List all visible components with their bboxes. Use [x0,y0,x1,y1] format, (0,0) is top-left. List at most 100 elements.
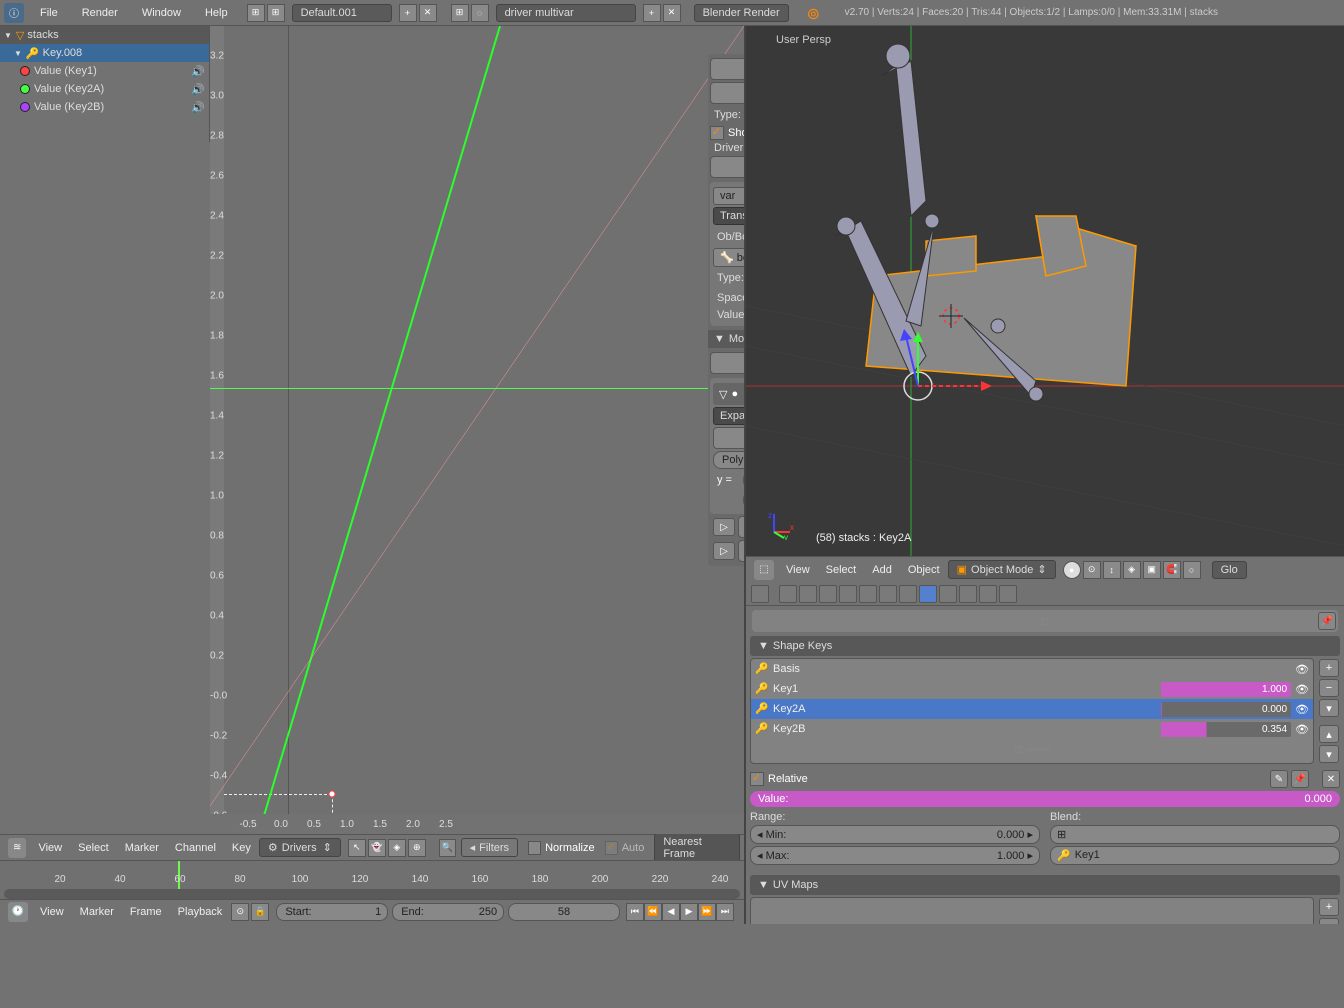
shapekey-edit-icon[interactable]: ✎ [1270,770,1288,788]
start-frame-input[interactable]: Start:1 [276,903,388,921]
jump-end-button[interactable]: ⏭ [716,903,734,921]
shapekey-value[interactable]: 0.000 [1161,702,1291,717]
play-button[interactable]: ▶ [680,903,698,921]
btn-3-icon[interactable] [819,585,837,603]
relative-checkbox[interactable] [750,772,764,786]
btn-11-icon[interactable] [979,585,997,603]
layer-icon[interactable]: ▣ [1143,561,1161,579]
remove-uvmap-button[interactable]: − [1319,918,1339,924]
restrict-range-expand-icon[interactable]: ▷ [713,518,735,536]
generator-mode-dropdown[interactable]: Expanded Polynomial [713,407,744,425]
range-icon[interactable]: ⊙ [231,903,249,921]
shading-dropdown-icon[interactable]: ● [1063,561,1081,579]
scene-icon[interactable]: ◌ [471,4,489,22]
graph-menu-key[interactable]: Key [224,842,259,854]
visibility-icon[interactable]: 👁 [1295,663,1309,676]
screen-browse-icon[interactable]: ⊞ [247,4,265,22]
visibility-icon[interactable]: 👁 [1295,703,1309,716]
channel-action[interactable]: ▼ 🔑 Key.008 [0,44,209,62]
btn-1-icon[interactable] [779,585,797,603]
shapekey-key1[interactable]: 🔑 Key1 1.000 👁 [751,679,1313,699]
graph-menu-select[interactable]: Select [70,842,117,854]
btn-6-icon[interactable] [879,585,897,603]
timeline-menu-marker[interactable]: Marker [72,906,122,918]
manipulator-icon[interactable]: ↕ [1103,561,1121,579]
layer-1-icon[interactable] [751,585,769,603]
lock-icon[interactable]: 🔒 [251,903,269,921]
3dview-editor-icon[interactable]: ⬚ [754,560,774,580]
graph-editor-type-icon[interactable]: ≋ [8,838,26,858]
shapekey-pin-icon[interactable]: 📌 [1291,770,1309,788]
3d-menu-object[interactable]: Object [900,564,948,576]
graph-mode-dropdown[interactable]: ⚙Drivers⇕ [259,838,341,857]
modifier-active-icon[interactable]: ● [731,388,738,400]
mute-icon[interactable]: 🔊 [191,83,205,96]
filters-button[interactable]: ◂Filters [461,838,518,857]
channel-key2a[interactable]: Value (Key2A) 🔊 [0,80,209,98]
menu-help[interactable]: Help [193,7,240,19]
3d-menu-select[interactable]: Select [818,564,865,576]
timeline-menu-view[interactable]: View [32,906,72,918]
timeline-editor-icon[interactable]: 🕐 [8,902,28,922]
btn-9-icon[interactable] [939,585,957,603]
additive-toggle[interactable]: Additive [713,427,744,449]
menu-file[interactable]: File [28,7,70,19]
menu-render[interactable]: Render [70,7,130,19]
3d-menu-view[interactable]: View [778,564,818,576]
snap-dropdown[interactable]: Nearest Frame [654,833,740,863]
info-editor-icon[interactable]: ⓘ [4,3,24,23]
expand-icon[interactable]: ▼ [14,49,22,58]
variable-name-input[interactable]: var [713,187,744,205]
add-scene-icon[interactable]: + [643,4,661,22]
visibility-icon[interactable]: 👁 [1295,723,1309,736]
mute-icon[interactable]: 🔊 [191,101,205,114]
uv-maps-header[interactable]: ▼ UV Maps [750,875,1340,895]
shape-key-list[interactable]: 🔑 Basis 👁 🔑 Key1 1.000 👁 🔑 Key2A 0.000 [750,658,1314,764]
min-input[interactable]: ◂ Min:0.000 ▸ [750,825,1040,844]
next-keyframe-button[interactable]: ⏩ [698,903,716,921]
add-uvmap-button[interactable]: + [1319,898,1339,916]
handle-icon[interactable]: ◈ [388,839,406,857]
move-up-button[interactable]: ▴ [1319,725,1339,743]
timeline-menu-playback[interactable]: Playback [170,906,231,918]
graph-menu-view[interactable]: View [30,842,70,854]
add-screen-icon[interactable]: + [399,4,417,22]
add-shapekey-button[interactable]: + [1319,659,1339,677]
bone-input[interactable]: 🦴bone.L [713,248,744,267]
channel-key2b[interactable]: Value (Key2B) 🔊 [0,98,209,116]
shapekey-key2b[interactable]: 🔑 Key2B 0.354 👁 [751,719,1313,739]
ghost-icon[interactable]: 👻 [368,839,386,857]
render-engine-dropdown[interactable]: Blender Render [694,4,789,22]
shapekey-value[interactable]: 0.354 [1161,722,1291,737]
collapse-icon[interactable]: ▼ [758,640,769,652]
update-dependencies-button[interactable]: Update Dependencies [710,58,744,80]
coefficient-1-input[interactable]: 1.250 [743,491,744,509]
normalize-icon[interactable]: ⊕ [408,839,426,857]
scene-dropdown[interactable]: driver multivar [496,4,636,22]
pivot-icon[interactable]: ⊙ [1083,561,1101,579]
proportional-icon[interactable]: ○ [1183,561,1201,579]
shapekey-value-slider[interactable]: Value:0.000 [750,791,1340,807]
grip-icon[interactable]: ⊙ ═══ [1014,743,1050,756]
shapekey-basis[interactable]: 🔑 Basis 👁 [751,659,1313,679]
screen-browse2-icon[interactable]: ⊞ [267,4,285,22]
shapekey-clear-button[interactable]: ✕ [1322,770,1340,788]
scene-browse-icon[interactable]: ⊞ [451,4,469,22]
influence-expand-icon[interactable]: ▷ [713,542,735,560]
search-icon[interactable]: 🔍 [439,839,456,857]
timeline-menu-frame[interactable]: Frame [122,906,170,918]
coefficient-0-input[interactable]: -1.500 [743,471,744,489]
snap-icon[interactable]: 🧲 [1163,561,1181,579]
expand-icon[interactable]: ▼ [4,31,12,40]
collapse-icon[interactable]: ▼ [714,333,725,345]
graph-editor-canvas[interactable]: -0.6-0.4-0.2-0.00.20.40.60.81.01.21.41.6… [210,26,744,834]
normalize-checkbox[interactable] [528,841,541,855]
pin-icon[interactable]: 📌 [1318,612,1336,630]
collapse-icon[interactable]: ▼ [758,879,769,891]
3d-viewport[interactable]: User Persp [746,26,1344,556]
modifiers-header[interactable]: ▼ Modifiers [708,330,744,348]
use-influence-button[interactable]: Use Influence [738,540,744,562]
visibility-icon[interactable]: 👁 [1295,683,1309,696]
mute-icon[interactable]: 🔊 [191,65,205,78]
remove-driver-button[interactable]: Remove Driver [710,82,744,104]
